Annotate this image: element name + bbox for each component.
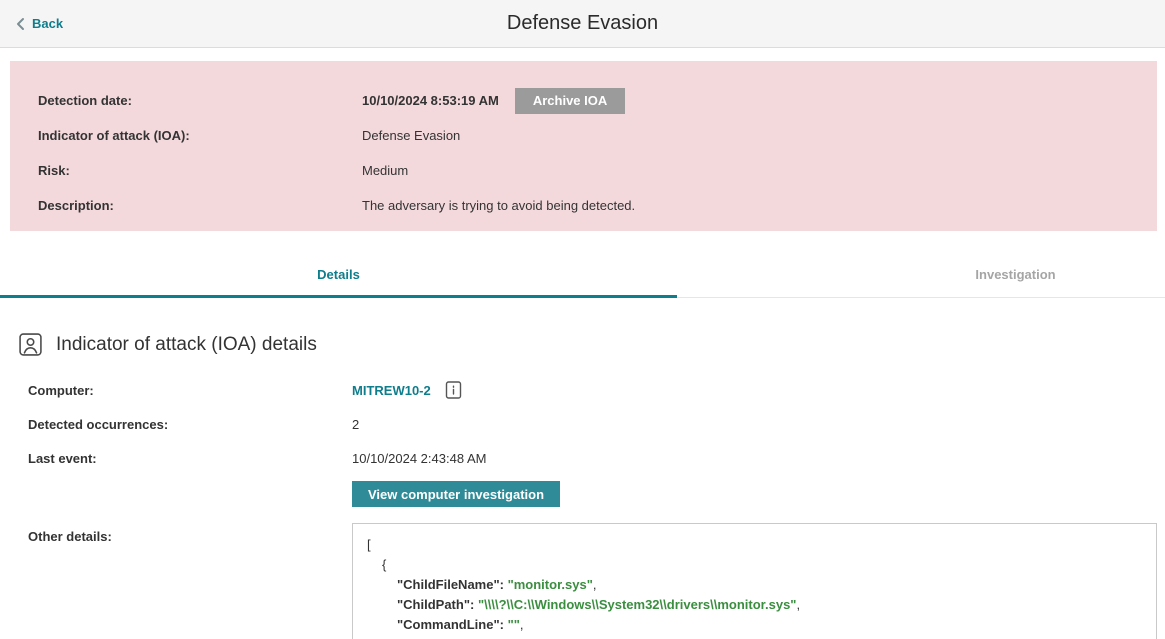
ioa-label: Indicator of attack (IOA): — [38, 128, 362, 143]
row-occurrences: Detected occurrences: 2 — [0, 407, 1165, 441]
last-event-label: Last event: — [28, 451, 352, 466]
page-title: Defense Evasion — [0, 12, 1165, 35]
back-chevron-icon — [14, 17, 27, 31]
occurrences-value: 2 — [352, 417, 1157, 432]
summary-row-detection-date: Detection date: 10/10/2024 8:53:19 AM Ar… — [10, 83, 1157, 118]
archive-ioa-button[interactable]: Archive IOA — [515, 88, 625, 114]
row-other-details: Other details: [{"ChildFileName": "monit… — [0, 523, 1165, 639]
summary-row-risk: Risk: Medium — [10, 153, 1157, 188]
tab-bar: Details Investigation — [0, 231, 1165, 298]
ioa-details-person-icon — [18, 332, 43, 357]
description-value: The adversary is trying to avoid being d… — [362, 198, 1157, 213]
summary-row-ioa: Indicator of attack (IOA): Defense Evasi… — [10, 118, 1157, 153]
summary-row-description: Description: The adversary is trying to … — [10, 188, 1157, 223]
back-button[interactable]: Back — [14, 16, 63, 31]
description-label: Description: — [38, 198, 362, 213]
section-header: Indicator of attack (IOA) details — [0, 332, 1165, 357]
row-investigation-button: View computer investigation — [0, 475, 1165, 509]
details-rows: Computer: MITREW10-2 Detected occurrence… — [0, 373, 1165, 639]
occurrences-label: Detected occurrences: — [28, 417, 352, 432]
summary-panel: Detection date: 10/10/2024 8:53:19 AM Ar… — [10, 61, 1157, 231]
tab-details[interactable]: Details — [0, 253, 677, 298]
tab-investigation[interactable]: Investigation — [677, 253, 1165, 298]
other-details-code: [{"ChildFileName": "monitor.sys","ChildP… — [352, 523, 1157, 639]
details-panel: Indicator of attack (IOA) details Comput… — [0, 332, 1165, 639]
section-title: Indicator of attack (IOA) details — [56, 334, 317, 356]
computer-link[interactable]: MITREW10-2 — [352, 383, 431, 398]
back-label: Back — [32, 16, 63, 31]
detection-date-value: 10/10/2024 8:53:19 AM — [362, 93, 499, 108]
risk-label: Risk: — [38, 163, 362, 178]
view-computer-investigation-button[interactable]: View computer investigation — [352, 481, 560, 507]
row-computer: Computer: MITREW10-2 — [0, 373, 1165, 407]
row-last-event: Last event: 10/10/2024 2:43:48 AM — [0, 441, 1165, 475]
risk-value: Medium — [362, 163, 1157, 178]
ioa-value: Defense Evasion — [362, 128, 1157, 143]
computer-info-icon[interactable] — [445, 380, 463, 400]
last-event-value: 10/10/2024 2:43:48 AM — [352, 451, 1157, 466]
detection-date-label: Detection date: — [38, 93, 362, 108]
computer-label: Computer: — [28, 383, 352, 398]
top-bar: Back Defense Evasion — [0, 0, 1165, 48]
other-details-label: Other details: — [28, 523, 352, 544]
